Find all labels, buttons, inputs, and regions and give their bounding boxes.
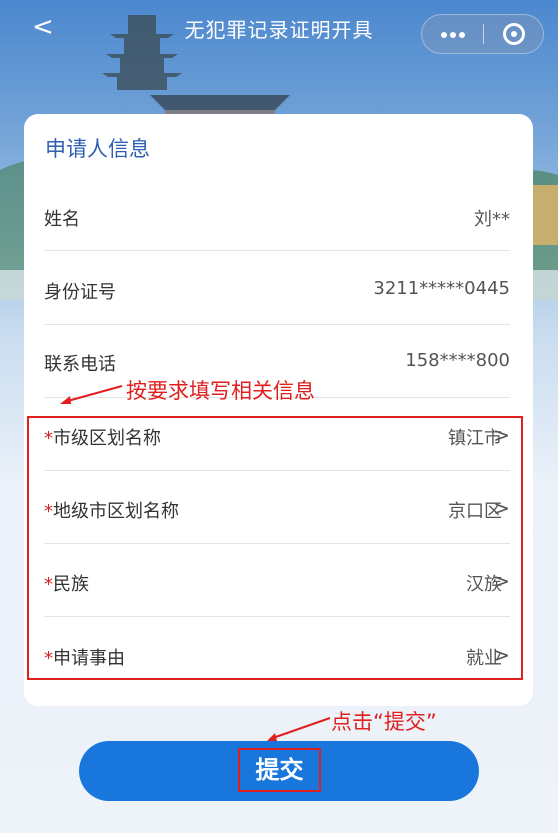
submit-button-label[interactable]: 提交 bbox=[238, 748, 321, 792]
id-number-label: 身份证号 bbox=[44, 282, 116, 303]
annotation-submit-note: 点击“提交” bbox=[331, 710, 437, 734]
annotation-highlight-box bbox=[27, 416, 523, 680]
name-value: 刘** bbox=[474, 209, 510, 230]
name-label: 姓名 bbox=[44, 209, 80, 230]
phone-label: 联系电话 bbox=[44, 354, 116, 375]
row-name: 姓名 刘** bbox=[44, 179, 510, 252]
nav-header: < 无犯罪记录证明开具 bbox=[0, 0, 558, 64]
phone-value: 158****800 bbox=[405, 350, 510, 371]
id-number-value: 3211*****0445 bbox=[373, 278, 510, 299]
card-title: 申请人信息 bbox=[45, 137, 150, 161]
divider bbox=[44, 250, 510, 251]
miniprogram-capsule bbox=[421, 14, 544, 54]
more-dots-icon[interactable] bbox=[422, 15, 483, 53]
annotation-fill-note: 按要求填写相关信息 bbox=[126, 379, 315, 403]
miniprogram-close-icon[interactable] bbox=[484, 15, 544, 53]
row-id-number: 身份证号 3211*****0445 bbox=[44, 252, 510, 325]
annotation-arrow-icon bbox=[60, 385, 123, 404]
